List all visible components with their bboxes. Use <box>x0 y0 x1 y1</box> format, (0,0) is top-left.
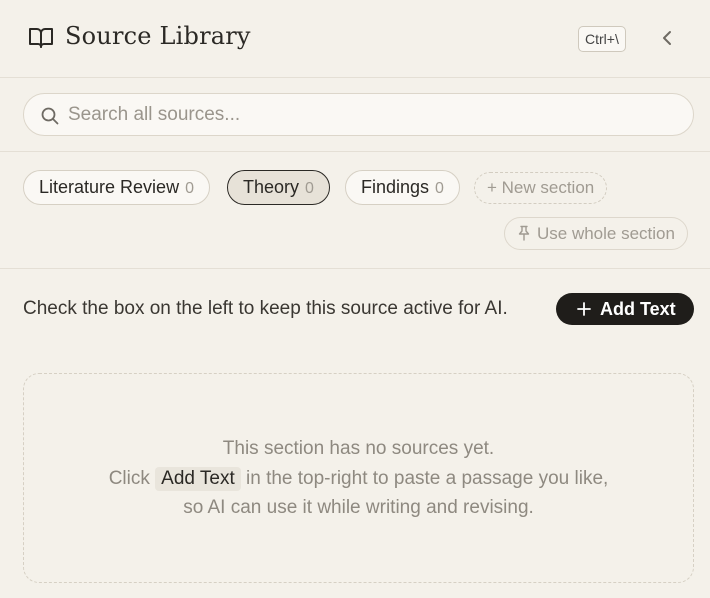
search-input[interactable] <box>68 94 678 135</box>
chevron-left-icon[interactable] <box>656 26 680 50</box>
empty-state-line: This section has no sources yet. <box>222 438 495 459</box>
add-text-button[interactable]: Add Text <box>556 293 694 325</box>
empty-state-text: Click <box>108 467 150 489</box>
add-text-chip: Add Text <box>155 466 241 491</box>
search-section <box>0 78 710 152</box>
panel-title: Source Library <box>65 22 251 50</box>
tab-count: 0 <box>305 180 314 197</box>
tab-theory[interactable]: Theory 0 <box>227 170 330 205</box>
empty-state-line: so AI can use it while writing and revis… <box>183 497 534 518</box>
tab-label: Theory <box>243 177 300 197</box>
empty-state: This section has no sources yet. Click A… <box>23 373 694 583</box>
section-tabs: Literature Review 0 Theory 0 Findings 0 + N… <box>0 152 710 269</box>
search-box[interactable] <box>23 93 694 136</box>
keyboard-shortcut-badge: Ctrl+\ <box>578 26 626 52</box>
new-section-button[interactable]: + New section <box>474 172 608 204</box>
empty-state-text: in the top-right to paste a passage you … <box>246 467 609 489</box>
empty-state-line: Click Add Text in the top-right to paste… <box>24 464 693 494</box>
tab-findings[interactable]: Findings 0 <box>345 170 460 205</box>
use-whole-section-button[interactable]: Use whole section <box>504 217 688 250</box>
tab-label: Findings <box>361 177 430 197</box>
tab-literature-review[interactable]: Literature Review 0 <box>23 170 210 205</box>
pin-icon <box>518 225 530 241</box>
use-whole-section-label: Use whole section <box>537 224 675 243</box>
search-icon <box>41 107 59 125</box>
library-header: Source Library Ctrl+\ <box>0 0 710 78</box>
plus-icon <box>577 302 591 316</box>
add-text-label: Add Text <box>600 299 676 319</box>
tab-count: 0 <box>185 180 194 197</box>
tab-label: Literature Review <box>39 177 180 197</box>
empty-state-message: This section has no sources yet. Click A… <box>24 434 693 523</box>
book-open-icon <box>29 28 53 48</box>
instruction-text: Check the box on the left to keep this s… <box>23 298 508 319</box>
tab-count: 0 <box>435 180 444 197</box>
